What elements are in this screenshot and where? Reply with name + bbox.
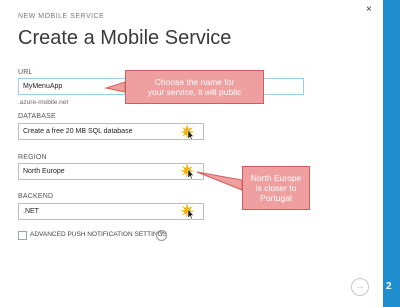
- url-input-value: MyMenuApp: [23, 83, 63, 90]
- backend-select[interactable]: .NET: [18, 203, 204, 220]
- backend-select-value: .NET: [23, 208, 39, 215]
- next-button[interactable]: →: [351, 278, 369, 296]
- dialog-subtitle: NEW MOBILE SERVICE: [18, 13, 105, 20]
- spark-cursor-icon: [180, 124, 195, 140]
- help-icon[interactable]: ?: [156, 230, 167, 241]
- spark-cursor-icon: [180, 203, 195, 219]
- page-title: Create a Mobile Service: [18, 27, 232, 49]
- region-select-value: North Europe: [23, 168, 65, 175]
- database-label: DATABASE: [18, 113, 56, 120]
- new-mobile-service-dialog: NEW MOBILE SERVICE Create a Mobile Servi…: [0, 0, 384, 307]
- region-label: REGION: [18, 154, 47, 161]
- database-select-value: Create a free 20 MB SQL database: [23, 128, 133, 135]
- callout-text: your service, it will public: [147, 87, 242, 97]
- backend-label: BACKEND: [18, 193, 54, 200]
- callout-region-hint: North Europe is closer to Portugal: [242, 166, 310, 210]
- region-select[interactable]: North Europe: [18, 163, 204, 180]
- callout-text: North Europe: [250, 173, 302, 183]
- callout-text: is closer to: [255, 183, 297, 193]
- step-number: 2: [386, 281, 392, 292]
- wizard-step-bar: [383, 0, 400, 307]
- url-suffix: .azure-mobile.net: [18, 99, 69, 106]
- advanced-push-checkbox[interactable]: [18, 231, 27, 240]
- callout-name-hint: Choose the name for your service, it wil…: [125, 70, 264, 104]
- database-select[interactable]: Create a free 20 MB SQL database: [18, 123, 204, 140]
- callout-text: Portugal: [260, 193, 292, 203]
- spark-cursor-icon: [180, 163, 195, 179]
- callout-text: Choose the name for: [154, 77, 235, 87]
- advanced-push-label[interactable]: ADVANCED PUSH NOTIFICATION SETTINGS: [30, 231, 167, 238]
- url-label: URL: [18, 69, 33, 76]
- close-icon[interactable]: ×: [366, 4, 372, 15]
